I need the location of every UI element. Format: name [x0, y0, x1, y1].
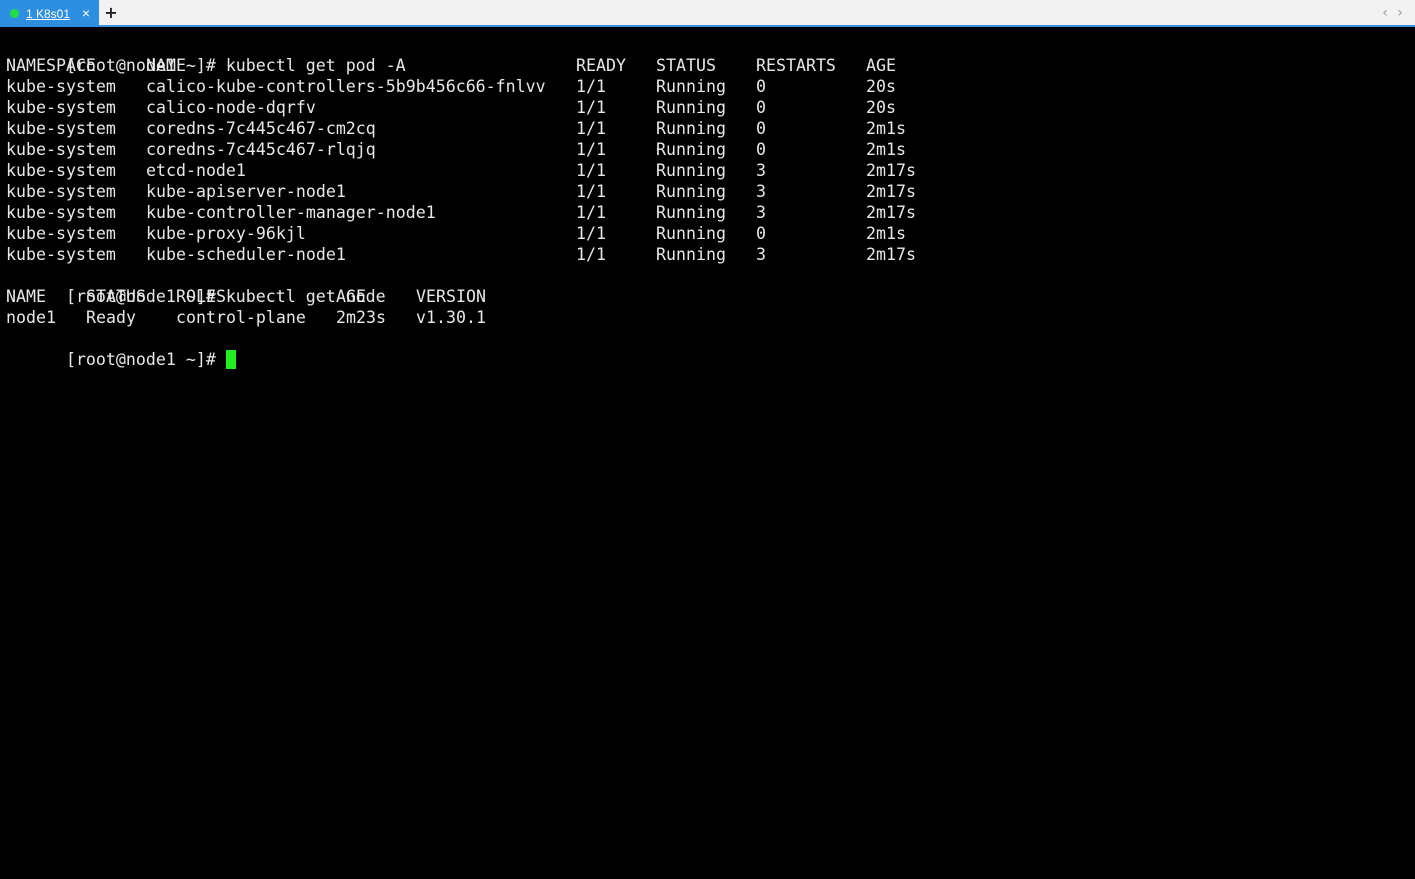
tab-k8s01[interactable]: 1 K8s01 ×: [0, 0, 99, 27]
pods-table-cell: 1/1: [576, 98, 606, 117]
nodes-table-header-row: NAME STATUS ROLES AGE VERSION: [6, 286, 1406, 307]
pods-table-cell: 1/1: [576, 161, 606, 180]
pods-table-cell: 3: [756, 245, 766, 264]
pods-table-cell: kube-system: [6, 203, 116, 222]
pods-table-cell: STATUS: [656, 56, 716, 75]
pods-table-cell: 2m17s: [866, 245, 916, 264]
pods-table-cell: 20s: [866, 98, 896, 117]
nodes-table: NAME STATUS ROLES AGE VERSION node1 Ready contr…: [6, 286, 1406, 328]
pods-table: NAMESPACE NAME READY STATUS RESTARTS AGE kube-…: [6, 55, 1406, 265]
pods-table-cell: 2m1s: [866, 140, 906, 159]
pods-table-cell: 0: [756, 119, 766, 138]
nodes-table-cell: control-plane: [176, 308, 306, 327]
shell-prompt: [root@node1 ~]#: [65, 350, 226, 369]
pods-table-cell: coredns-7c445c467-cm2cq: [146, 119, 376, 138]
pods-table-cell: 0: [756, 140, 766, 159]
command-line: [root@node1 ~]# kubectl get node: [6, 265, 1406, 306]
pods-table-cell: Running: [656, 119, 726, 138]
pods-table-row: kube-system calico-kube-controllers-5b9b4…: [6, 76, 1406, 97]
nodes-table-cell: AGE: [336, 287, 366, 306]
pods-table-cell: kube-apiserver-node1: [146, 182, 346, 201]
nodes-table-cell: VERSION: [416, 287, 486, 306]
tab-label: 1 K8s01: [26, 7, 71, 21]
pods-table-row: kube-system kube-proxy-96kjl 1/1 Running 0 2m…: [6, 223, 1406, 244]
pods-table-cell: 2m17s: [866, 182, 916, 201]
pods-table-cell: 1/1: [576, 140, 606, 159]
pods-table-cell: Running: [656, 182, 726, 201]
pods-table-cell: Running: [656, 98, 726, 117]
pods-table-cell: Running: [656, 224, 726, 243]
pods-table-cell: kube-scheduler-node1: [146, 245, 346, 264]
nodes-table-cell: Ready: [86, 308, 136, 327]
pods-table-cell: 1/1: [576, 182, 606, 201]
pods-table-cell: 3: [756, 182, 766, 201]
pods-table-cell: Running: [656, 245, 726, 264]
pods-table-cell: kube-system: [6, 245, 116, 264]
pods-table-cell: 1/1: [576, 245, 606, 264]
terminal-window: 1 K8s01 × + ‹ › [root@node1 ~]# kubectl …: [0, 0, 1415, 879]
pods-table-cell: kube-proxy-96kjl: [146, 224, 306, 243]
pods-table-cell: calico-node-dqrfv: [146, 98, 316, 117]
pods-table-cell: NAME: [146, 56, 186, 75]
pods-table-cell: 1/1: [576, 77, 606, 96]
pods-table-row: kube-system calico-node-dqrfv 1/1 Running 0 2…: [6, 97, 1406, 118]
nodes-table-cell: NAME: [6, 287, 46, 306]
pods-table-cell: Running: [656, 161, 726, 180]
pods-table-cell: 1/1: [576, 224, 606, 243]
pods-table-cell: kube-system: [6, 224, 116, 243]
pods-table-header-row: NAMESPACE NAME READY STATUS RESTARTS AGE: [6, 55, 1406, 76]
pods-table-cell: 2m17s: [866, 161, 916, 180]
pods-table-cell: kube-system: [6, 119, 116, 138]
scroll-tabs-left-icon[interactable]: ‹: [1379, 5, 1391, 21]
nodes-table-cell: node1: [6, 308, 56, 327]
pods-table-row: kube-system etcd-node1 1/1 Running 3 2m17s: [6, 160, 1406, 181]
pods-table-cell: etcd-node1: [146, 161, 246, 180]
terminal-output[interactable]: [root@node1 ~]# kubectl get pod -A NAMES…: [6, 34, 1406, 874]
pods-table-cell: NAMESPACE: [6, 56, 96, 75]
pods-table-cell: 2m17s: [866, 203, 916, 222]
pods-table-cell: 1/1: [576, 119, 606, 138]
pods-table-cell: AGE: [866, 56, 896, 75]
terminal-cursor[interactable]: [225, 350, 236, 369]
nodes-table-cell: v1.30.1: [416, 308, 486, 327]
pods-table-cell: kube-system: [6, 77, 116, 96]
connection-status-icon: [10, 9, 19, 18]
pods-table-cell: 2m1s: [866, 224, 906, 243]
pods-table-cell: Running: [656, 77, 726, 96]
pods-table-cell: kube-controller-manager-node1: [146, 203, 436, 222]
nodes-table-cell: STATUS: [86, 287, 146, 306]
pods-table-cell: calico-kube-controllers-5b9b456c66-fnlvv: [146, 77, 546, 96]
pods-table-cell: kube-system: [6, 182, 116, 201]
nodes-table-cell: ROLES: [176, 287, 226, 306]
pods-table-cell: 0: [756, 98, 766, 117]
pods-table-cell: 3: [756, 161, 766, 180]
pods-table-cell: 0: [756, 77, 766, 96]
pods-table-row: kube-system kube-controller-manager-node1…: [6, 202, 1406, 223]
pods-table-cell: Running: [656, 203, 726, 222]
scroll-tabs-right-icon[interactable]: ›: [1394, 5, 1406, 21]
pods-table-cell: coredns-7c445c467-rlqjq: [146, 140, 376, 159]
pods-table-cell: kube-system: [6, 161, 116, 180]
pods-table-row: kube-system coredns-7c445c467-rlqjq 1/1 Run…: [6, 139, 1406, 160]
close-tab-icon[interactable]: ×: [80, 5, 92, 21]
pods-table-cell: RESTARTS: [756, 56, 836, 75]
pods-table-cell: 1/1: [576, 203, 606, 222]
pods-table-row: kube-system kube-apiserver-node1 1/1 Runnin…: [6, 181, 1406, 202]
pods-table-cell: 3: [756, 203, 766, 222]
pods-table-cell: 0: [756, 224, 766, 243]
pods-table-cell: kube-system: [6, 140, 116, 159]
nodes-table-row: node1 Ready control-plane 2m23s v1.30.1: [6, 307, 1406, 328]
tab-bar: 1 K8s01 × + ‹ ›: [0, 0, 1415, 27]
nodes-table-cell: 2m23s: [336, 308, 386, 327]
input-line: [root@node1 ~]#: [6, 328, 1406, 369]
command-line: [root@node1 ~]# kubectl get pod -A: [6, 34, 1406, 75]
pods-table-row: kube-system coredns-7c445c467-cm2cq 1/1 Run…: [6, 118, 1406, 139]
pods-table-cell: Running: [656, 140, 726, 159]
pods-table-cell: 20s: [866, 77, 896, 96]
pods-table-cell: READY: [576, 56, 626, 75]
pods-table-cell: kube-system: [6, 98, 116, 117]
new-tab-button[interactable]: +: [104, 4, 118, 22]
pods-table-row: kube-system kube-scheduler-node1 1/1 Runnin…: [6, 244, 1406, 265]
pods-table-cell: 2m1s: [866, 119, 906, 138]
